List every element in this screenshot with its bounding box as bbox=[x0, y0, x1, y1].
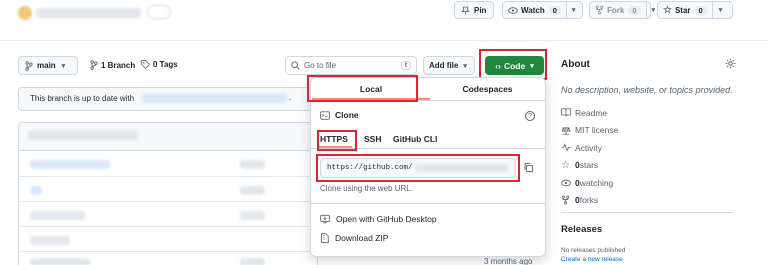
gear-icon[interactable] bbox=[725, 58, 736, 69]
download-zip-item[interactable]: Download ZIP bbox=[320, 233, 388, 243]
about-title: About bbox=[561, 59, 590, 70]
chevron-down-icon[interactable]: ▾ bbox=[567, 6, 581, 14]
eye-icon bbox=[561, 179, 575, 187]
sidebar-item-watching[interactable]: 0 watching bbox=[561, 174, 618, 192]
search-icon bbox=[291, 61, 300, 70]
table-row[interactable] bbox=[30, 186, 42, 195]
visibility-badge bbox=[147, 5, 171, 19]
sidebar-divider bbox=[561, 212, 734, 213]
branch-icon bbox=[25, 60, 33, 71]
fork-button[interactable]: Fork 0 ▾ bbox=[589, 1, 655, 19]
commit-message bbox=[240, 160, 265, 169]
fork-icon bbox=[561, 195, 575, 205]
commit-message bbox=[240, 186, 265, 195]
repo-avatar bbox=[18, 6, 32, 20]
branch-status-end: . bbox=[289, 93, 292, 102]
sidebar-item-license[interactable]: MIT license bbox=[561, 122, 618, 140]
star-button[interactable]: ☆ Star 0 ▾ bbox=[657, 1, 733, 19]
pin-icon bbox=[461, 6, 470, 15]
sidebar-item-activity[interactable]: Activity bbox=[561, 139, 618, 157]
code-button-highlight bbox=[479, 49, 547, 80]
commit-author bbox=[28, 130, 138, 140]
file-zip-icon bbox=[320, 233, 329, 243]
law-icon bbox=[561, 126, 575, 135]
go-to-file-input[interactable]: Go to file t bbox=[285, 56, 417, 75]
pin-button[interactable]: Pin bbox=[454, 1, 494, 19]
open-desktop-item[interactable]: Open with GitHub Desktop bbox=[320, 214, 437, 224]
about-list: Readme MIT license Activity ☆ 0 stars 0 … bbox=[561, 104, 618, 209]
local-tab-highlight bbox=[307, 75, 418, 102]
table-row[interactable] bbox=[30, 160, 110, 169]
last-commit-time: 3 months ago bbox=[484, 257, 533, 265]
branches-link[interactable]: 1 Branch bbox=[90, 60, 135, 70]
table-row[interactable] bbox=[30, 236, 70, 245]
branch-status-text: This branch is up to date with bbox=[30, 94, 135, 103]
sidebar-item-forks[interactable]: 0 forks bbox=[561, 192, 618, 210]
watch-button[interactable]: Watch 0 ▾ bbox=[502, 1, 583, 19]
table-row[interactable] bbox=[30, 258, 90, 265]
copy-icon[interactable] bbox=[523, 162, 534, 173]
protocol-ssh[interactable]: SSH bbox=[364, 134, 381, 144]
commit-message bbox=[240, 211, 265, 220]
clone-header: Clone bbox=[320, 110, 359, 120]
add-file-button[interactable]: Add file ▾ bbox=[423, 56, 475, 75]
url-highlight bbox=[316, 154, 520, 182]
chevron-down-icon: ▾ bbox=[463, 62, 467, 70]
fork-icon bbox=[595, 5, 604, 15]
releases-title[interactable]: Releases bbox=[561, 224, 602, 235]
star-icon: ☆ bbox=[663, 4, 672, 16]
tab-codespaces[interactable]: Codespaces bbox=[430, 79, 545, 99]
tags-link[interactable]: 0 Tags bbox=[141, 60, 178, 69]
create-release-link[interactable]: Create a new release bbox=[561, 256, 623, 263]
releases-none: No releases published bbox=[561, 247, 626, 254]
branch-icon bbox=[90, 60, 98, 70]
sidebar-item-stars[interactable]: ☆ 0 stars bbox=[561, 157, 618, 175]
tag-icon bbox=[141, 60, 150, 69]
https-highlight bbox=[317, 130, 357, 151]
branch-selector[interactable]: main ▾ bbox=[18, 56, 78, 75]
book-icon bbox=[561, 108, 575, 117]
help-icon[interactable]: ? bbox=[525, 111, 535, 121]
table-row[interactable] bbox=[30, 211, 85, 220]
commit-message bbox=[240, 258, 265, 265]
terminal-icon bbox=[320, 110, 330, 120]
desktop-download-icon bbox=[320, 214, 330, 224]
chevron-down-icon[interactable]: ▾ bbox=[713, 6, 729, 14]
repo-title[interactable] bbox=[36, 8, 141, 18]
pulse-icon bbox=[561, 143, 575, 152]
clone-hint: Clone using the web URL. bbox=[320, 184, 413, 193]
chevron-down-icon: ▾ bbox=[61, 62, 66, 70]
popup-divider bbox=[311, 203, 545, 204]
sidebar-item-readme[interactable]: Readme bbox=[561, 104, 618, 122]
shortcut-key: t bbox=[401, 61, 411, 70]
about-description: No description, website, or topics provi… bbox=[561, 85, 733, 95]
eye-icon bbox=[508, 6, 518, 15]
upstream-link[interactable] bbox=[142, 93, 287, 103]
star-icon: ☆ bbox=[561, 159, 570, 171]
protocol-github-cli[interactable]: GitHub CLI bbox=[393, 134, 437, 144]
header-divider bbox=[0, 40, 768, 41]
